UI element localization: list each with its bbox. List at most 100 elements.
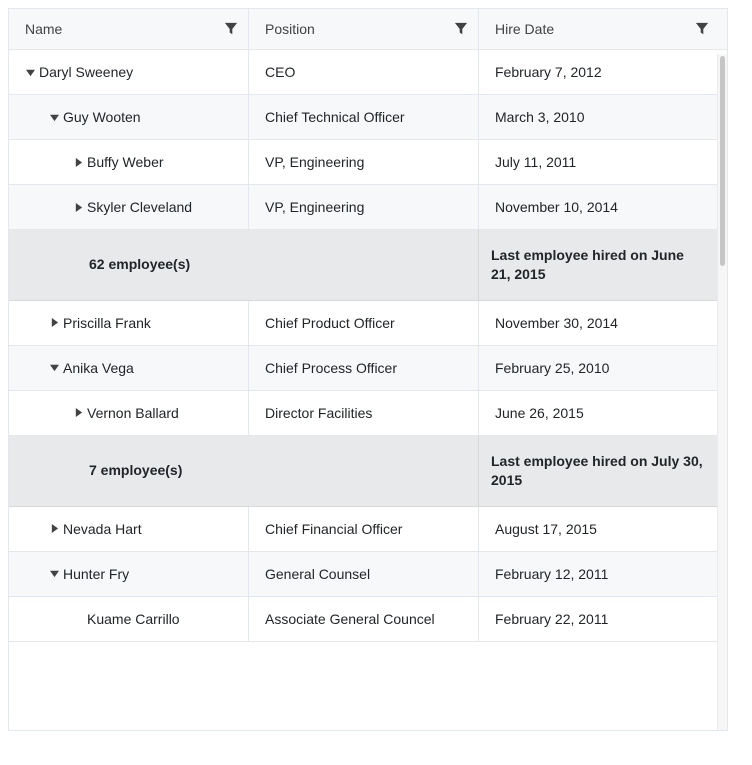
scrollbar-thumb[interactable]	[720, 56, 725, 266]
hire-date-text: February 7, 2012	[495, 64, 602, 80]
cell-position: Director Facilities	[249, 391, 479, 435]
employee-name: Buffy Weber	[87, 154, 164, 170]
treelist-row[interactable]: Vernon Ballard Director Facilities June 26…	[9, 391, 727, 436]
scrollbar[interactable]	[717, 54, 727, 730]
hire-date-text: February 25, 2010	[495, 360, 609, 376]
expand-toggle-icon[interactable]	[73, 157, 83, 167]
position-text: Associate General Councel	[265, 611, 435, 627]
cell-name: Skyler Cleveland	[9, 185, 249, 229]
employee-name: Anika Vega	[63, 360, 134, 376]
expand-toggle-icon[interactable]	[73, 202, 83, 212]
column-header-hire-date[interactable]: Hire Date	[479, 9, 719, 49]
expand-placeholder	[73, 614, 83, 624]
expand-toggle-icon[interactable]	[49, 524, 59, 534]
filter-icon[interactable]	[454, 22, 468, 36]
column-header-position[interactable]: Position	[249, 9, 479, 49]
cell-name: Vernon Ballard	[9, 391, 249, 435]
treelist-row[interactable]: Priscilla Frank Chief Product Officer Nove…	[9, 301, 727, 346]
employee-name: Vernon Ballard	[87, 405, 179, 421]
expand-toggle-icon[interactable]	[49, 318, 59, 328]
position-text: Director Facilities	[265, 405, 372, 421]
column-header-row: Name Position Hire Date	[9, 9, 727, 50]
group-footer-detail: Last employee hired on July 30, 2015	[479, 436, 719, 506]
employee-name: Guy Wooten	[63, 109, 141, 125]
expand-toggle-icon[interactable]	[25, 67, 35, 77]
cell-hire-date: February 7, 2012	[479, 50, 719, 94]
cell-hire-date: February 22, 2011	[479, 597, 719, 641]
group-footer-summary: 7 employee(s)	[9, 436, 479, 506]
hire-date-text: August 17, 2015	[495, 521, 597, 537]
position-text: Chief Technical Officer	[265, 109, 405, 125]
group-footer-row: 7 employee(s) Last employee hired on July…	[9, 436, 727, 507]
footer-detail-text: Last employee hired on July 30, 2015	[491, 452, 707, 490]
treelist: Name Position Hire Date Daryl Sweeney CEO…	[8, 8, 728, 731]
employee-name: Daryl Sweeney	[39, 64, 133, 80]
cell-position: VP, Engineering	[249, 185, 479, 229]
cell-hire-date: August 17, 2015	[479, 507, 719, 551]
employee-name: Skyler Cleveland	[87, 199, 192, 215]
hire-date-text: February 12, 2011	[495, 566, 608, 582]
filter-icon[interactable]	[224, 22, 238, 36]
treelist-row[interactable]: Guy Wooten Chief Technical Officer March 3…	[9, 95, 727, 140]
cell-hire-date: November 30, 2014	[479, 301, 719, 345]
footer-summary-text: 7 employee(s)	[89, 461, 182, 480]
cell-name: Daryl Sweeney	[9, 50, 249, 94]
position-text: Chief Financial Officer	[265, 521, 402, 537]
position-text: General Counsel	[265, 566, 370, 582]
cell-name: Anika Vega	[9, 346, 249, 390]
cell-hire-date: July 11, 2011	[479, 140, 719, 184]
treelist-row[interactable]: Nevada Hart Chief Financial Officer August…	[9, 507, 727, 552]
cell-name: Kuame Carrillo	[9, 597, 249, 641]
cell-name: Nevada Hart	[9, 507, 249, 551]
cell-name: Priscilla Frank	[9, 301, 249, 345]
position-text: Chief Process Officer	[265, 360, 397, 376]
expand-toggle-icon[interactable]	[49, 363, 59, 373]
cell-position: Chief Product Officer	[249, 301, 479, 345]
expand-toggle-icon[interactable]	[49, 569, 59, 579]
hire-date-text: November 30, 2014	[495, 315, 618, 331]
treelist-row[interactable]: Anika Vega Chief Process Officer February …	[9, 346, 727, 391]
cell-position: Chief Process Officer	[249, 346, 479, 390]
footer-summary-text: 62 employee(s)	[89, 255, 190, 274]
position-text: VP, Engineering	[265, 154, 364, 170]
treelist-row[interactable]: Skyler Cleveland VP, Engineering November …	[9, 185, 727, 230]
employee-name: Priscilla Frank	[63, 315, 151, 331]
cell-hire-date: February 12, 2011	[479, 552, 719, 596]
column-header-label: Name	[25, 21, 62, 37]
treelist-row[interactable]: Buffy Weber VP, Engineering July 11, 2011	[9, 140, 727, 185]
treelist-row[interactable]: Kuame Carrillo Associate General Councel F…	[9, 597, 727, 642]
group-footer-summary: 62 employee(s)	[9, 230, 479, 300]
expand-toggle-icon[interactable]	[73, 408, 83, 418]
position-text: Chief Product Officer	[265, 315, 395, 331]
cell-position: Chief Technical Officer	[249, 95, 479, 139]
treelist-row[interactable]: Hunter Fry General Counsel February 12, 20…	[9, 552, 727, 597]
cell-hire-date: February 25, 2010	[479, 346, 719, 390]
cell-hire-date: November 10, 2014	[479, 185, 719, 229]
employee-name: Hunter Fry	[63, 566, 129, 582]
hire-date-text: June 26, 2015	[495, 405, 584, 421]
cell-position: Associate General Councel	[249, 597, 479, 641]
position-text: VP, Engineering	[265, 199, 364, 215]
cell-position: Chief Financial Officer	[249, 507, 479, 551]
position-text: CEO	[265, 64, 295, 80]
column-header-name[interactable]: Name	[9, 9, 249, 49]
hire-date-text: March 3, 2010	[495, 109, 585, 125]
column-header-label: Position	[265, 21, 315, 37]
cell-name: Buffy Weber	[9, 140, 249, 184]
employee-name: Kuame Carrillo	[87, 611, 180, 627]
hire-date-text: November 10, 2014	[495, 199, 618, 215]
group-footer-detail: Last employee hired on June 21, 2015	[479, 230, 719, 300]
cell-name: Guy Wooten	[9, 95, 249, 139]
footer-detail-text: Last employee hired on June 21, 2015	[491, 246, 707, 284]
treelist-row[interactable]: Daryl Sweeney CEO February 7, 2012	[9, 50, 727, 95]
column-header-label: Hire Date	[495, 21, 554, 37]
group-footer-row: 62 employee(s) Last employee hired on Jun…	[9, 230, 727, 301]
hire-date-text: February 22, 2011	[495, 611, 608, 627]
treelist-body: Daryl Sweeney CEO February 7, 2012 Guy Woot…	[9, 50, 727, 730]
cell-hire-date: June 26, 2015	[479, 391, 719, 435]
cell-name: Hunter Fry	[9, 552, 249, 596]
expand-toggle-icon[interactable]	[49, 112, 59, 122]
cell-position: General Counsel	[249, 552, 479, 596]
employee-name: Nevada Hart	[63, 521, 142, 537]
filter-icon[interactable]	[695, 22, 709, 36]
